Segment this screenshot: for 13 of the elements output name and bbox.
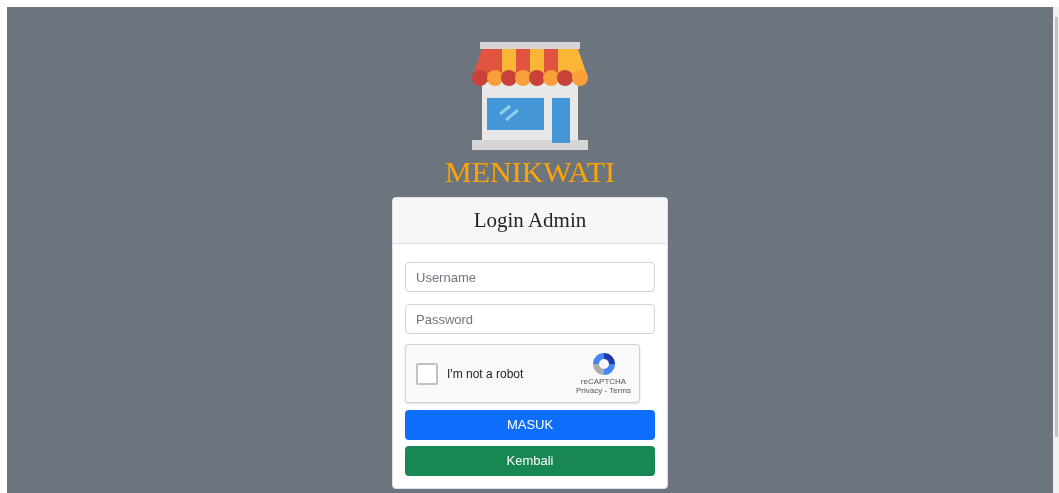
shop-icon <box>472 42 588 150</box>
captcha-links[interactable]: Privacy - Terms <box>576 386 631 396</box>
login-button[interactable]: MASUK <box>405 410 655 440</box>
username-field[interactable]: Username <box>405 262 655 292</box>
brand-name: MENIKWATI <box>445 154 615 190</box>
card-title: Login Admin <box>473 206 587 234</box>
scrollbar[interactable] <box>1053 7 1059 493</box>
password-field[interactable]: Password <box>405 304 655 334</box>
back-button[interactable]: Kembali <box>405 446 655 476</box>
captcha-label: I'm not a robot <box>447 365 525 383</box>
recaptcha-logo-icon <box>590 351 617 377</box>
captcha-checkbox[interactable] <box>416 362 438 385</box>
captcha-brand: reCAPTCHA <box>580 377 627 386</box>
